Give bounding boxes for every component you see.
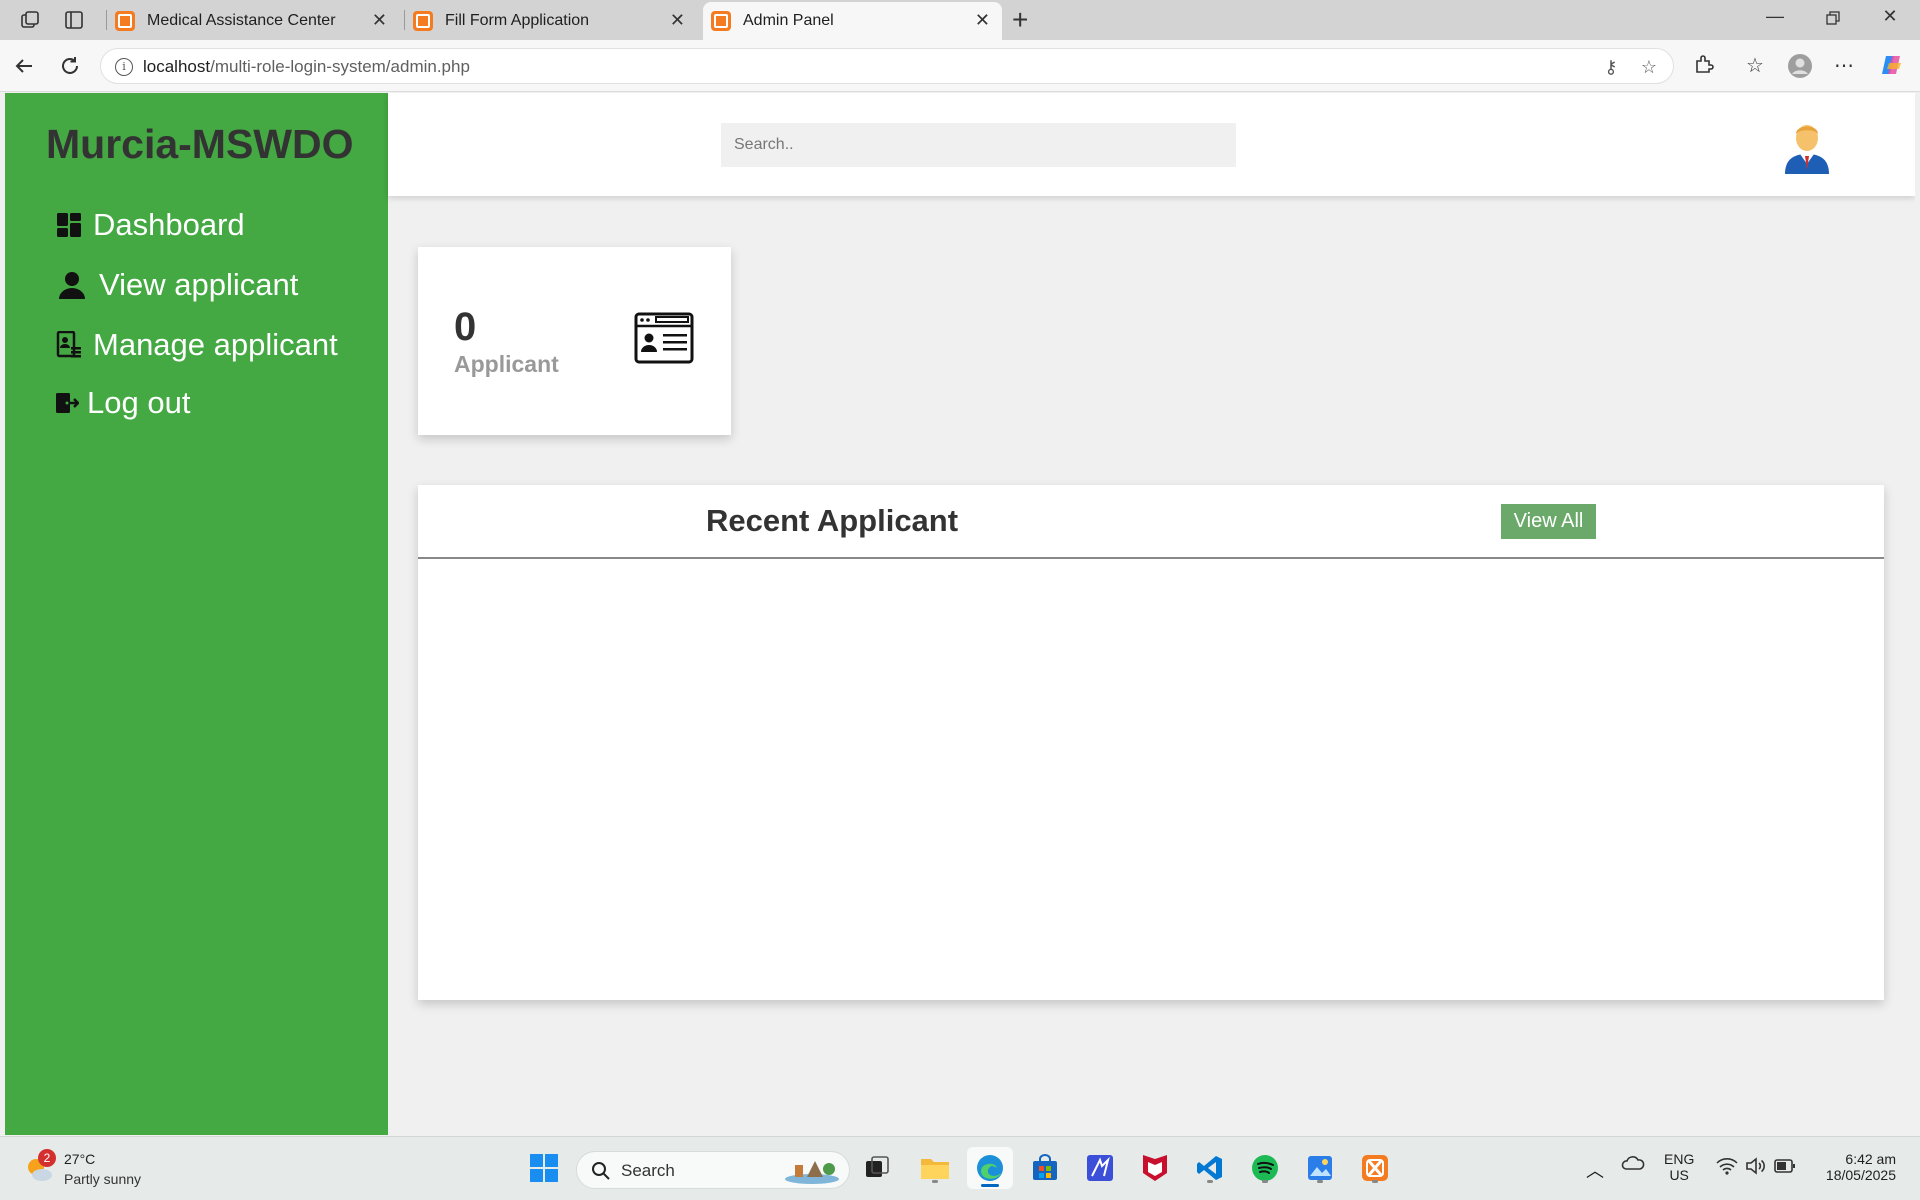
battery-icon[interactable] (1774, 1159, 1796, 1176)
manage-applicant-icon (55, 331, 83, 359)
tab-fill-form-application[interactable]: Fill Form Application ✕ (405, 2, 697, 40)
applicant-stat-card[interactable]: 0 Applicant (418, 247, 731, 435)
tab-title: Fill Form Application (445, 12, 590, 29)
windows-taskbar: 2 27°C Partly sunny Search ︿ ENG US 6:42… (0, 1136, 1920, 1200)
sidebar-item-label: Dashboard (93, 207, 245, 242)
search-input[interactable] (721, 123, 1236, 167)
wifi-icon[interactable] (1716, 1157, 1738, 1178)
task-view-icon[interactable] (860, 1151, 894, 1185)
language-indicator[interactable]: ENG US (1664, 1151, 1694, 1183)
volume-icon[interactable] (1745, 1156, 1767, 1179)
onedrive-icon[interactable] (1621, 1155, 1645, 1174)
sidebar-item-view-applicant[interactable]: View applicant (55, 267, 298, 303)
sidebar-item-label: Manage applicant (93, 327, 338, 362)
xampp-favicon-icon (115, 11, 135, 31)
recent-applicant-title: Recent Applicant (706, 503, 959, 538)
close-tab-icon[interactable]: ✕ (670, 10, 685, 31)
clock-time: 6:42 am (1845, 1151, 1896, 1167)
url-field[interactable]: i localhost/multi-role-login-system/admi… (100, 48, 1674, 84)
applicant-count: 0 (454, 305, 477, 349)
new-tab-icon[interactable]: + (1012, 4, 1028, 36)
running-indicator (1317, 1180, 1323, 1183)
vscode-icon[interactable] (1193, 1151, 1227, 1185)
back-icon[interactable] (10, 52, 38, 80)
brand-title: Murcia-MSWDO (46, 121, 354, 167)
copilot-icon[interactable] (1879, 53, 1905, 79)
running-indicator (932, 1180, 938, 1183)
tab-admin-panel[interactable]: Admin Panel ✕ (703, 2, 1002, 40)
sidebar: Murcia-MSWDO Dashboard View applicant Ma… (5, 93, 388, 1135)
xampp-favicon-icon (711, 11, 731, 31)
close-tab-icon[interactable]: ✕ (975, 10, 990, 31)
clock-date: 18/05/2025 (1825, 1167, 1896, 1183)
running-indicator (1262, 1180, 1268, 1183)
weather-temperature: 27°C (64, 1151, 96, 1167)
minimize-icon[interactable]: — (1755, 6, 1795, 27)
workspaces-icon[interactable] (18, 8, 42, 32)
close-window-icon[interactable]: ✕ (1870, 6, 1910, 27)
admin-avatar[interactable] (1781, 118, 1833, 174)
sidebar-item-manage-applicant[interactable]: Manage applicant (55, 327, 338, 363)
recent-applicant-panel: Recent Applicant View All (418, 485, 1884, 1000)
id-card-icon (634, 312, 694, 364)
clock[interactable]: 6:42 am 18/05/2025 (1814, 1151, 1896, 1183)
url-text: localhost/multi-role-login-system/admin.… (143, 57, 470, 77)
logout-icon (55, 389, 79, 417)
search-icon (592, 1162, 610, 1180)
running-indicator (981, 1184, 999, 1187)
close-tab-icon[interactable]: ✕ (372, 10, 387, 31)
microsoft-store-icon[interactable] (1028, 1151, 1062, 1185)
search-highlight-icon (785, 1161, 839, 1184)
tab-medical-assistance-center[interactable]: Medical Assistance Center ✕ (107, 2, 399, 40)
edge-browser-icon[interactable] (967, 1147, 1013, 1189)
url-host: localhost (143, 57, 211, 76)
url-path: /multi-role-login-system/admin.php (210, 57, 470, 76)
sidebar-item-label: Log out (87, 385, 191, 420)
applicant-count-label: Applicant (454, 351, 559, 377)
more-options-icon[interactable]: ⋯ (1831, 53, 1857, 79)
show-hidden-icons-icon[interactable]: ︿ (1586, 1157, 1604, 1183)
user-icon (55, 271, 89, 299)
tab-title: Medical Assistance Center (147, 12, 336, 29)
taskbar-search-label: Search (621, 1161, 675, 1180)
recent-applicant-header: Recent Applicant View All (418, 485, 1884, 559)
restore-icon[interactable] (1813, 6, 1853, 31)
language-code: ENG (1664, 1151, 1695, 1167)
running-indicator (1372, 1180, 1378, 1183)
vertical-tabs-icon[interactable] (62, 8, 86, 32)
admin-page: Murcia-MSWDO Dashboard View applicant Ma… (5, 93, 1915, 1135)
extensions-icon[interactable] (1691, 53, 1717, 79)
dashboard-icon (55, 211, 83, 239)
view-all-button[interactable]: View All (1501, 504, 1596, 539)
browser-address-bar: i localhost/multi-role-login-system/admi… (0, 40, 1920, 92)
profile-icon[interactable] (1787, 53, 1813, 79)
browser-tab-bar: Medical Assistance Center ✕ Fill Form Ap… (0, 0, 1920, 40)
windows-start-icon[interactable] (527, 1151, 561, 1185)
favorites-icon[interactable]: ☆ (1742, 53, 1768, 79)
sidebar-item-log-out[interactable]: Log out (55, 385, 190, 421)
autodesk-app-icon[interactable] (1083, 1151, 1117, 1185)
running-indicator (1207, 1180, 1213, 1183)
mcafee-icon[interactable] (1138, 1151, 1172, 1185)
weather-description: Partly sunny (64, 1171, 142, 1187)
weather-badge: 2 (38, 1149, 56, 1167)
favorite-star-icon[interactable]: ☆ (1639, 57, 1659, 77)
xampp-icon[interactable] (1358, 1151, 1392, 1185)
sidebar-item-label: View applicant (99, 267, 299, 302)
region-code: US (1669, 1167, 1689, 1183)
xampp-favicon-icon (413, 11, 433, 31)
taskbar-search-box[interactable]: Search (576, 1151, 850, 1189)
refresh-icon[interactable] (56, 52, 84, 80)
spotify-icon[interactable] (1248, 1151, 1282, 1185)
top-header (388, 93, 1915, 196)
site-info-icon[interactable]: i (115, 58, 133, 76)
sidebar-item-dashboard[interactable]: Dashboard (55, 207, 245, 243)
file-explorer-icon[interactable] (918, 1151, 952, 1185)
password-key-icon[interactable]: ⚷ (1601, 57, 1621, 77)
tab-title: Admin Panel (743, 12, 834, 29)
photos-icon[interactable] (1303, 1151, 1337, 1185)
